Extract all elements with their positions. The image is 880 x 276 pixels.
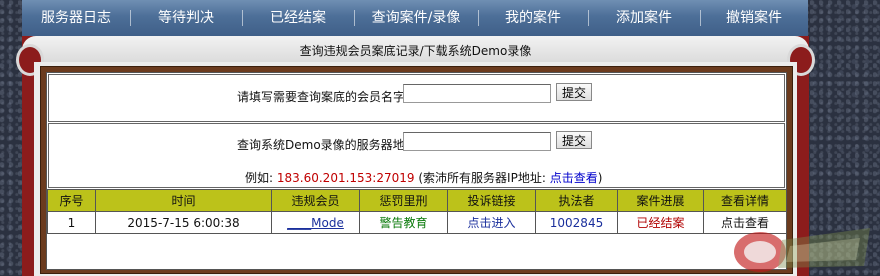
panel-header: 查询违规会员案底记录/下载系统Demo录像 — [16, 36, 815, 76]
cell-enforcer: 1002845 — [535, 211, 618, 234]
cell-progress: 已经结案 — [617, 211, 704, 234]
demo-search-row: 查询系统Demo录像的服务器地址 提交 例如: 183.60.201.153:2… — [48, 123, 785, 188]
col-header-detail: 查看详情 — [703, 189, 787, 212]
server-address-input[interactable] — [403, 132, 551, 151]
cell-penalty: 警告教育 — [359, 211, 448, 234]
server-list-link[interactable]: 点击查看 — [550, 171, 598, 185]
col-header-member: 违规会员 — [271, 189, 360, 212]
table-row: 1 2015-7-15 6:00:38 ____Mode 警告教育 点击进入 1… — [47, 211, 787, 234]
top-nav: 服务器日志 等待判决 已经结案 查询案件/录像 我的案件 添加案件 撤销案件 — [22, 0, 808, 37]
nav-revoke-case[interactable]: 撤销案件 — [700, 0, 808, 36]
col-header-time: 时间 — [95, 189, 272, 212]
nav-query-cases[interactable]: 查询案件/录像 — [354, 0, 478, 36]
content-area: 请填写需要查询案底的会员名字 提交 查询系统Demo录像的服务器地址 提交 例如… — [46, 72, 787, 270]
member-name-input[interactable] — [403, 84, 551, 103]
content-frame: 请填写需要查询案底的会员名字 提交 查询系统Demo录像的服务器地址 提交 例如… — [40, 66, 793, 274]
col-header-complaint: 投诉链接 — [447, 189, 536, 212]
col-header-progress: 案件进展 — [617, 189, 704, 212]
nav-add-case[interactable]: 添加案件 — [588, 0, 700, 36]
complaint-link[interactable]: 点击进入 — [447, 211, 536, 234]
col-header-enforcer: 执法者 — [535, 189, 618, 212]
col-header-penalty: 惩罚里刑 — [359, 189, 448, 212]
member-search-label: 请填写需要查询案底的会员名字 — [237, 90, 406, 104]
cell-member[interactable]: ____Mode — [271, 211, 360, 234]
cases-table: 序号 时间 违规会员 惩罚里刑 投诉链接 执法者 案件进展 查看详情 1 201… — [47, 189, 787, 234]
nav-pending-judgment[interactable]: 等待判决 — [130, 0, 242, 36]
cell-no: 1 — [47, 211, 96, 234]
member-submit-button[interactable]: 提交 — [556, 83, 592, 101]
panel-title: 查询违规会员案底记录/下载系统Demo录像 — [299, 44, 532, 58]
example-ip: 183.60.201.153:27019 — [276, 171, 415, 185]
example-prefix: 例如: — [245, 171, 274, 185]
example-suffix: ) — [597, 171, 603, 185]
panel-body: 请填写需要查询案底的会员名字 提交 查询系统Demo录像的服务器地址 提交 例如… — [34, 62, 797, 276]
example-mid: (索沛所有服务器IP地址: — [418, 171, 546, 185]
main-panel: 查询违规会员案底记录/下载系统Demo录像 请填写需要查询案底的会员名字 提交 … — [16, 36, 815, 276]
nav-server-log[interactable]: 服务器日志 — [22, 0, 130, 36]
detail-link[interactable]: 点击查看 — [703, 211, 787, 234]
table-header-row: 序号 时间 违规会员 惩罚里刑 投诉链接 执法者 案件进展 查看详情 — [47, 189, 787, 212]
member-search-row: 请填写需要查询案底的会员名字 提交 — [48, 74, 785, 122]
cell-time: 2015-7-15 6:00:38 — [95, 211, 272, 234]
col-header-no: 序号 — [47, 189, 96, 212]
example-hint: 例如: 183.60.201.153:27019 (索沛所有服务器IP地址: 点… — [245, 169, 602, 186]
nav-closed-cases[interactable]: 已经结案 — [242, 0, 354, 36]
demo-search-label: 查询系统Demo录像的服务器地址 — [237, 138, 417, 152]
nav-my-cases[interactable]: 我的案件 — [478, 0, 588, 36]
demo-submit-button[interactable]: 提交 — [556, 131, 592, 149]
